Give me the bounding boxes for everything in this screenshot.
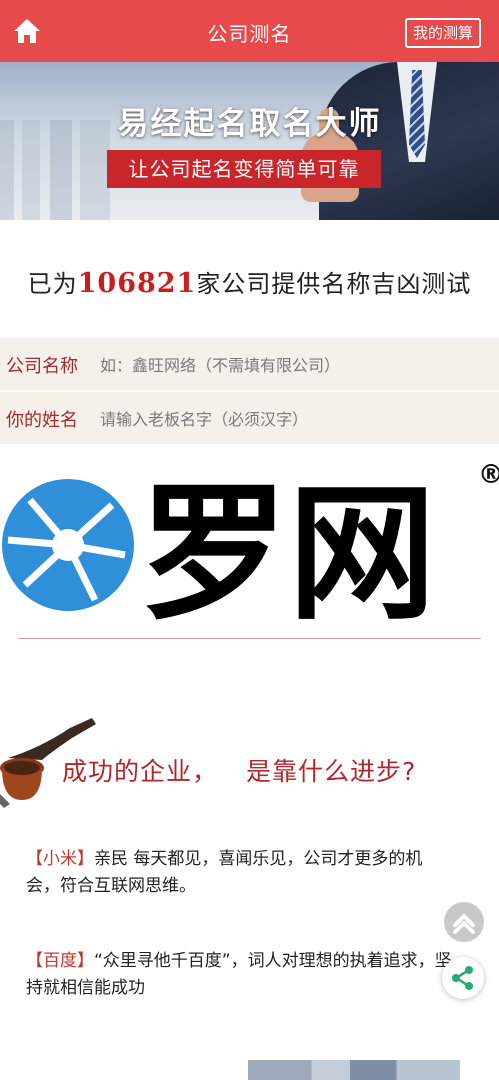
section-divider	[18, 638, 481, 639]
my-test-button[interactable]: 我的测算	[404, 18, 481, 48]
section-heading-part-b: 是靠什么进步?	[246, 757, 417, 786]
section-heading-part-a: 成功的企业，	[62, 757, 219, 786]
stats-suffix: 家公司提供名称吉凶测试	[196, 270, 472, 298]
scroll-to-top-button[interactable]	[444, 902, 484, 942]
share-icon	[452, 966, 473, 990]
share-button[interactable]	[442, 957, 484, 999]
owner-name-input[interactable]	[98, 402, 482, 436]
banner-subtitle: 让公司起名变得简单可靠	[107, 150, 381, 188]
list-item: 【百度】“众里寻他千百度”，词人对理想的执着追求，坚持就相信能成功	[26, 948, 456, 1002]
owner-name-row: 你的姓名	[0, 392, 499, 444]
item-brand: 【百度】	[26, 951, 94, 971]
top-bar: 公司测名 我的测算	[0, 0, 499, 62]
item-brand: 【小米】	[26, 849, 94, 869]
banner-image: 易经起名取名大师 让公司起名变得简单可靠	[0, 62, 499, 220]
company-name-row: 公司名称	[0, 338, 499, 390]
chevron-up-icon	[453, 914, 475, 934]
stats-count: 106821	[77, 268, 197, 299]
registered-mark: ®	[478, 460, 499, 490]
section-heading: 成功的企业， 是靠什么进步?	[62, 752, 416, 788]
owner-name-label: 你的姓名	[6, 410, 78, 431]
stats-line: 已为106821家公司提供名称吉凶测试	[0, 264, 499, 299]
company-name-label: 公司名称	[6, 356, 78, 377]
company-name-input[interactable]	[98, 348, 482, 382]
watermark-logo: ® 罗网	[0, 455, 499, 640]
list-item: 【小米】亲民 每天都见，喜闻乐见，公司才更多的机会，符合互联网思维。	[26, 846, 456, 900]
footer-image	[248, 1060, 460, 1080]
stats-prefix: 已为	[27, 270, 78, 298]
watermark-graphic: ® 罗网	[2, 460, 499, 640]
watermark-text: 罗网	[140, 468, 436, 625]
banner-slogan: 易经起名取名大师	[117, 106, 382, 142]
